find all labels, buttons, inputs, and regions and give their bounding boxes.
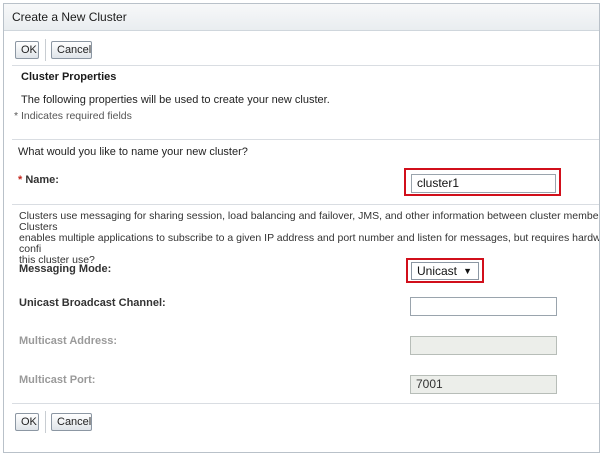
cancel-button-top[interactable]: Cancel: [51, 41, 92, 59]
section-heading: Cluster Properties: [21, 71, 117, 83]
name-input[interactable]: cluster1: [411, 174, 556, 193]
dropdown-arrow-icon: ▼: [463, 266, 472, 276]
button-separator: [45, 39, 46, 61]
unicast-channel-label: Unicast Broadcast Channel:: [19, 297, 166, 309]
section-intro: The following properties will be used to…: [21, 94, 330, 106]
name-label: * Name:: [18, 174, 59, 186]
multicast-port-label: Multicast Port:: [19, 374, 96, 386]
button-separator: [45, 411, 46, 433]
required-fields-note: * Indicates required fields: [14, 110, 132, 122]
name-question: What would you like to name your new clu…: [18, 146, 248, 158]
name-label-text: Name:: [25, 174, 59, 186]
multicast-port-input: 7001: [410, 375, 557, 394]
cluster-description: Clusters use messaging for sharing sessi…: [19, 210, 600, 266]
divider: [12, 65, 599, 66]
cancel-button-bottom[interactable]: Cancel: [51, 413, 92, 431]
ok-button-bottom[interactable]: OK: [15, 413, 39, 431]
messaging-mode-select[interactable]: Unicast ▼: [411, 262, 479, 280]
panel-title: Create a New Cluster: [4, 4, 599, 31]
description-line-2: enables multiple applications to subscri…: [19, 232, 600, 255]
divider: [12, 204, 599, 205]
required-star: *: [18, 174, 23, 186]
divider: [12, 403, 599, 404]
multicast-address-label: Multicast Address:: [19, 335, 118, 347]
messaging-mode-value: Unicast: [417, 264, 458, 278]
divider: [12, 139, 599, 140]
create-cluster-panel: Create a New Cluster OK Cancel Cluster P…: [3, 3, 600, 453]
multicast-address-input: [410, 336, 557, 355]
messaging-mode-label: Messaging Mode:: [19, 263, 112, 275]
description-line-1: Clusters use messaging for sharing sessi…: [19, 210, 600, 233]
unicast-channel-input[interactable]: [410, 297, 557, 316]
ok-button-top[interactable]: OK: [15, 41, 39, 59]
